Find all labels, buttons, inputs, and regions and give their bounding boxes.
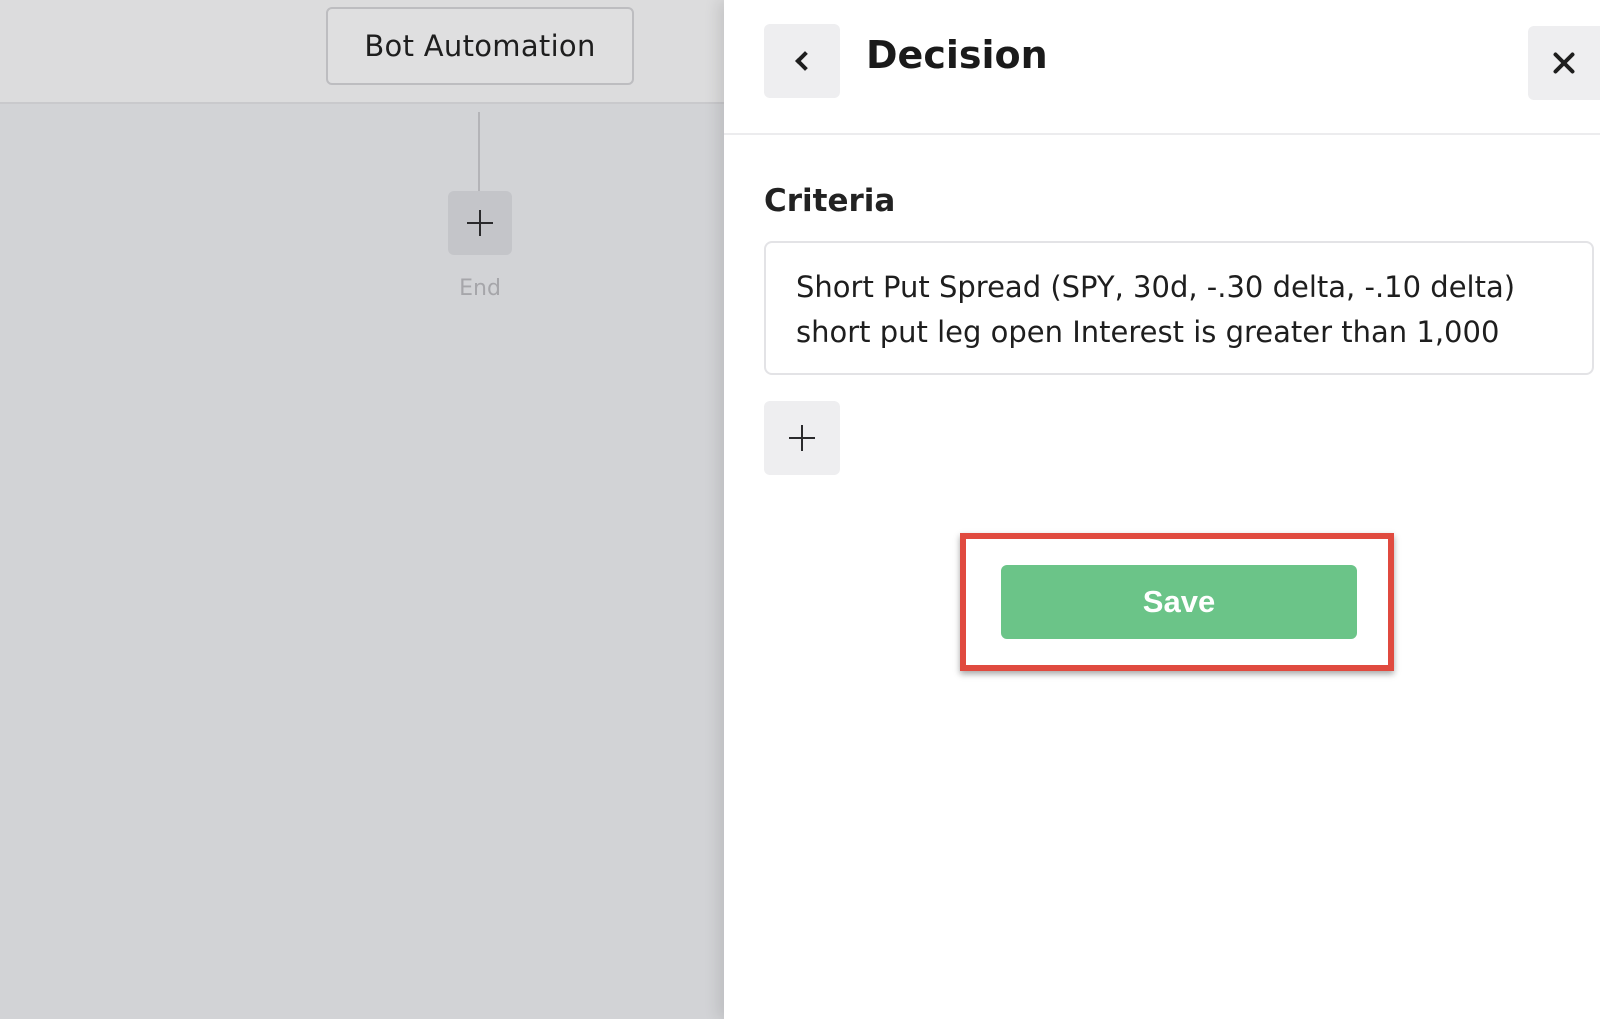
trigger-node[interactable]: Bot Automation — [326, 7, 634, 85]
decision-panel: Decision Criteria Short Put Spread (SPY,… — [724, 0, 1600, 1019]
workflow-canvas: Bot Automation End — [0, 0, 724, 1019]
add-node-button[interactable] — [448, 191, 512, 255]
close-button[interactable] — [1528, 26, 1600, 100]
node-connector — [478, 112, 480, 192]
save-button[interactable]: Save — [1001, 565, 1357, 639]
add-criteria-button[interactable] — [764, 401, 840, 475]
panel-header: Decision — [724, 0, 1600, 135]
back-button[interactable] — [764, 24, 840, 98]
criteria-line: short put leg open Interest is greater t… — [796, 315, 1500, 349]
close-icon — [1550, 49, 1578, 77]
plus-icon — [465, 208, 495, 238]
plus-icon — [787, 423, 817, 453]
criteria-line: Short Put Spread (SPY, 30d, -.30 delta, … — [796, 270, 1516, 304]
criteria-item[interactable]: Short Put Spread (SPY, 30d, -.30 delta, … — [764, 241, 1594, 375]
panel-title: Decision — [866, 33, 1048, 77]
end-label: End — [459, 276, 501, 301]
criteria-label: Criteria — [764, 183, 896, 219]
chevron-left-icon — [795, 51, 815, 71]
